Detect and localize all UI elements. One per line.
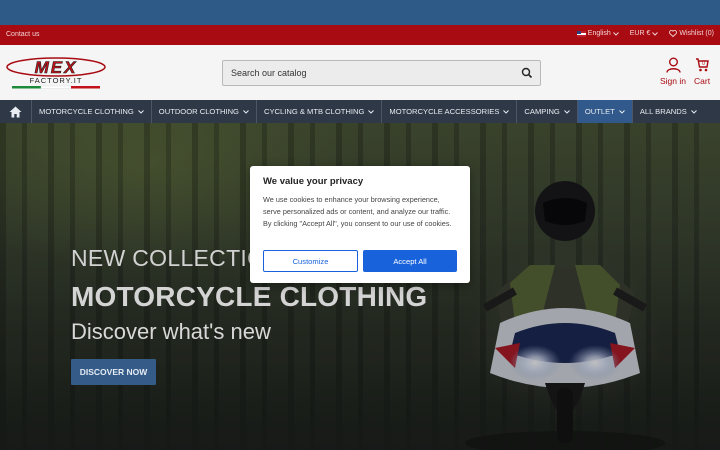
cart-icon: 0 bbox=[696, 58, 709, 72]
cookie-consent-dialog: We value your privacy We use cookies to … bbox=[250, 166, 470, 283]
chevron-down-icon bbox=[137, 109, 144, 114]
search-input[interactable] bbox=[223, 61, 503, 85]
language-selector[interactable]: English bbox=[576, 30, 619, 37]
nav-outdoor-clothing[interactable]: OUTDOOR CLOTHING bbox=[152, 100, 257, 123]
chevron-down-icon bbox=[690, 109, 697, 114]
nav-cycling-mtb-clothing[interactable]: CYCLING & MTB CLOTHING bbox=[257, 100, 383, 123]
chevron-down-icon bbox=[243, 109, 249, 114]
heart-icon bbox=[669, 30, 678, 37]
home-button[interactable] bbox=[0, 100, 32, 123]
cart-count: 0 bbox=[702, 61, 705, 67]
nav-motorcycle-clothing[interactable]: MOTORCYCLE CLOTHING bbox=[32, 100, 152, 123]
nav-label: MOTORCYCLE ACCESSORIES bbox=[389, 107, 500, 116]
nav-label: CAMPING bbox=[524, 107, 560, 116]
search-icon[interactable] bbox=[521, 67, 533, 79]
home-icon bbox=[9, 106, 22, 117]
nav-label: MOTORCYCLE CLOTHING bbox=[39, 107, 134, 116]
hero-title: MOTORCYCLE CLOTHING bbox=[71, 281, 428, 312]
svg-text:MEX: MEX bbox=[35, 58, 78, 77]
cookie-title: We value your privacy bbox=[263, 176, 364, 187]
chevron-down-icon bbox=[503, 109, 510, 114]
user-icon bbox=[665, 57, 681, 73]
top-utility-bar: Contact us English EUR € Wishlist (0) bbox=[0, 25, 720, 45]
customize-button[interactable]: Customize bbox=[263, 250, 358, 272]
top-blue-band bbox=[0, 0, 720, 25]
currency-selector[interactable]: EUR € bbox=[630, 30, 659, 37]
site-header: MEX FACTORY.IT Sign in 0 Cart bbox=[0, 45, 720, 100]
currency-label: EUR € bbox=[629, 30, 651, 37]
cookie-text: We use cookies to enhance your browsing … bbox=[263, 195, 452, 228]
chevron-down-icon bbox=[652, 31, 659, 36]
language-label: English bbox=[587, 30, 611, 37]
discover-now-button[interactable]: DISCOVER NOW bbox=[71, 359, 156, 385]
us-flag-icon bbox=[576, 30, 586, 37]
svg-text:FACTORY.IT: FACTORY.IT bbox=[30, 76, 83, 85]
cart-button[interactable]: 0 Cart bbox=[694, 57, 710, 86]
wishlist-link[interactable]: Wishlist (0) bbox=[669, 30, 714, 37]
hero-tagline: Discover what's new bbox=[71, 319, 271, 344]
search-box bbox=[222, 60, 541, 86]
accept-all-button[interactable]: Accept All bbox=[363, 250, 457, 272]
nav-label: OUTLET bbox=[584, 107, 615, 116]
signin-button[interactable]: Sign in bbox=[660, 57, 686, 86]
chevron-down-icon bbox=[612, 31, 619, 36]
nav-label: OUTDOOR CLOTHING bbox=[158, 107, 239, 116]
nav-motorcycle-accessories[interactable]: MOTORCYCLE ACCESSORIES bbox=[382, 100, 518, 123]
chevron-down-icon bbox=[618, 109, 625, 114]
nav-label: CYCLING & MTB CLOTHING bbox=[263, 107, 365, 116]
signin-label: Sign in bbox=[660, 76, 686, 86]
nav-all-brands[interactable]: ALL BRANDS bbox=[633, 100, 704, 123]
nav-camping[interactable]: CAMPING bbox=[517, 100, 578, 123]
cart-label: Cart bbox=[694, 76, 711, 86]
chevron-down-icon bbox=[563, 109, 570, 114]
mex-logo-graphic: MEX FACTORY.IT bbox=[6, 57, 106, 89]
chevron-down-icon bbox=[368, 109, 375, 114]
nav-label: ALL BRANDS bbox=[639, 107, 687, 116]
nav-outlet[interactable]: OUTLET bbox=[577, 100, 633, 123]
wishlist-label: Wishlist (0) bbox=[679, 30, 714, 37]
main-navigation: MOTORCYCLE CLOTHING OUTDOOR CLOTHING CYC… bbox=[0, 100, 720, 123]
contact-link[interactable]: Contact us bbox=[6, 31, 39, 38]
site-logo[interactable]: MEX FACTORY.IT bbox=[6, 56, 106, 90]
